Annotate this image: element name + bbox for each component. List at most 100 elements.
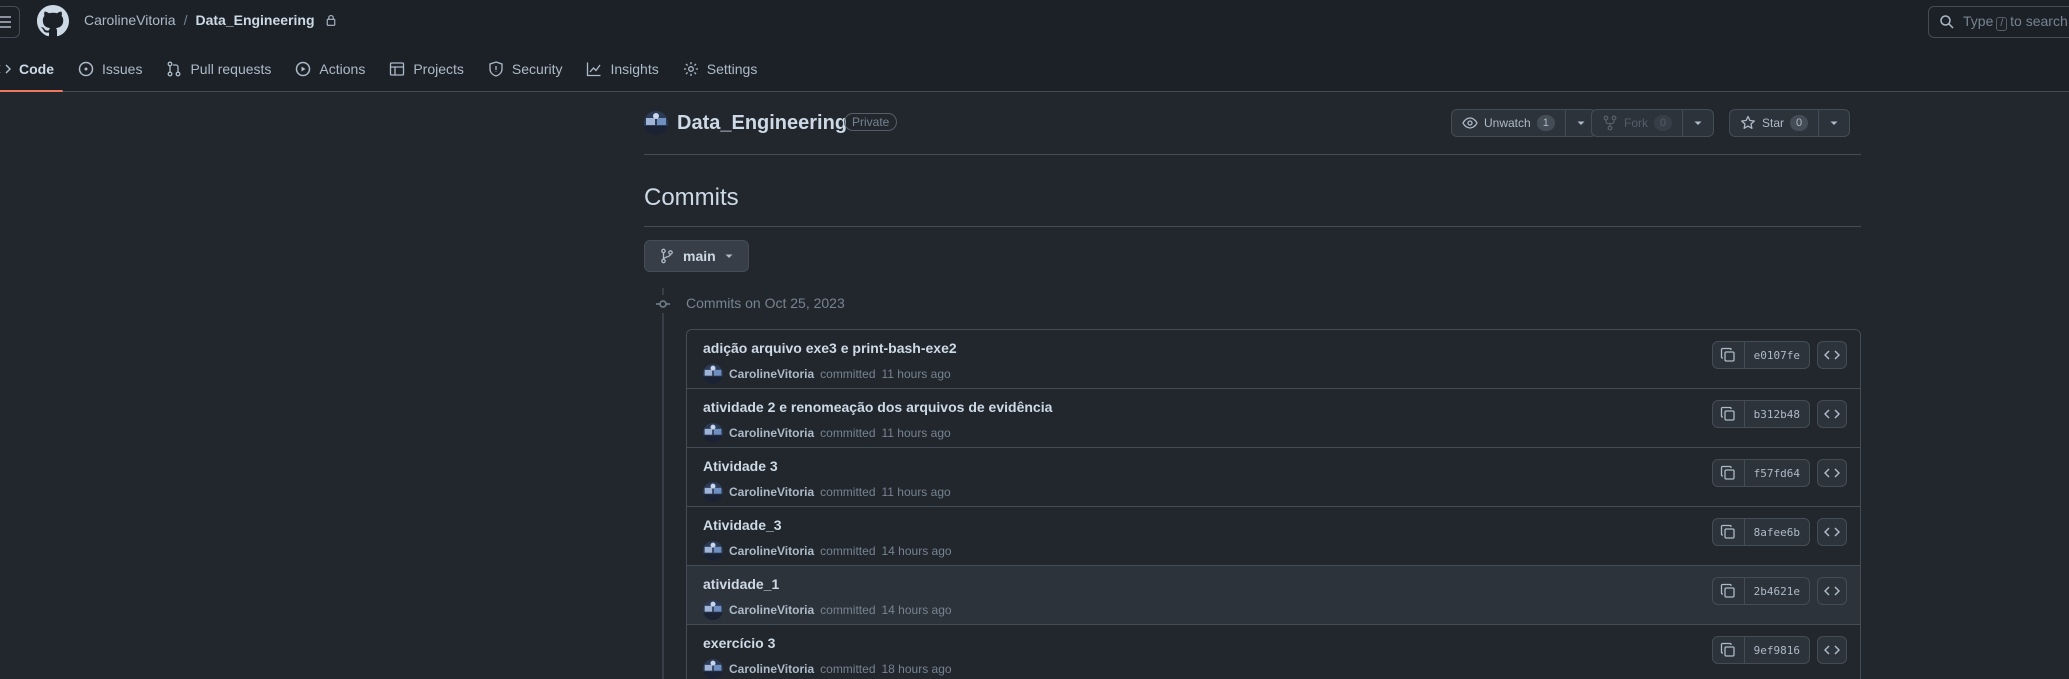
commit-node-icon [654, 295, 672, 313]
commit-meta: CarolineVitoria committed 11 hours ago [703, 364, 951, 384]
search-icon [1940, 15, 1954, 29]
browse-repo-button[interactable] [1817, 400, 1847, 428]
page-title: Commits [644, 184, 1861, 227]
author-avatar[interactable] [703, 600, 723, 620]
commit-row: exercício 3 CarolineVitoria committed 18… [687, 625, 1860, 679]
commit-message[interactable]: atividade_1 [703, 576, 779, 592]
browse-repo-button[interactable] [1817, 341, 1847, 369]
search-placeholder: Type / to search [1963, 13, 2068, 31]
github-logo-icon[interactable] [37, 5, 69, 37]
search-shortcut-key: / [1996, 17, 2008, 31]
code-icon [1824, 468, 1840, 478]
browse-repo-button[interactable] [1817, 459, 1847, 487]
sha-button-group: e0107fe [1711, 341, 1810, 369]
commit-message[interactable]: atividade 2 e renomeação dos arquivos de… [703, 399, 1052, 415]
copy-sha-button[interactable] [1713, 460, 1745, 486]
commit-time: 11 hours ago [881, 485, 951, 499]
commit-message[interactable]: Atividade_3 [703, 517, 782, 533]
commit-author[interactable]: CarolineVitoria [729, 544, 814, 558]
issue-icon [78, 61, 94, 77]
copy-sha-button[interactable] [1713, 342, 1745, 368]
commit-author[interactable]: CarolineVitoria [729, 426, 814, 440]
commit-group-date: Commits on Oct 25, 2023 [686, 295, 845, 311]
caret-down-icon [1830, 121, 1838, 125]
search-input[interactable]: Type / to search [1928, 6, 2069, 38]
caret-down-icon [1577, 121, 1585, 125]
timeline-line [662, 288, 664, 679]
commit-message[interactable]: Atividade 3 [703, 458, 778, 474]
commit-meta: CarolineVitoria committed 11 hours ago [703, 423, 951, 443]
commit-author[interactable]: CarolineVitoria [729, 367, 814, 381]
branch-name: main [683, 248, 716, 264]
tab-pull-requests[interactable]: Pull requests [157, 54, 280, 84]
fork-dropdown[interactable] [1683, 110, 1713, 136]
commit-sha[interactable]: e0107fe [1745, 342, 1809, 368]
browse-repo-button[interactable] [1817, 518, 1847, 546]
commit-row: Atividade_3 CarolineVitoria committed 14… [687, 507, 1860, 566]
author-avatar[interactable] [703, 659, 723, 679]
commit-action: committed [820, 485, 876, 499]
app-header: CarolineVitoria / Data_Engineering Type /… [0, 0, 2069, 92]
copy-sha-button[interactable] [1713, 578, 1745, 604]
fork-button[interactable]: Fork 0 [1592, 110, 1684, 136]
copy-sha-button[interactable] [1713, 637, 1745, 663]
branch-selector[interactable]: main [644, 240, 749, 272]
tab-projects[interactable]: Projects [380, 54, 473, 84]
author-avatar[interactable] [703, 541, 723, 561]
commit-message[interactable]: adição arquivo exe3 e print-bash-exe2 [703, 340, 957, 356]
sha-button-group: b312b48 [1711, 400, 1810, 428]
commit-sha[interactable]: f57fd64 [1745, 460, 1809, 486]
commit-meta: CarolineVitoria committed 14 hours ago [703, 600, 952, 620]
tab-label: Code [19, 61, 54, 77]
code-icon [1824, 350, 1840, 360]
unwatch-button[interactable]: Unwatch 1 [1452, 110, 1566, 136]
commit-sha[interactable]: b312b48 [1745, 401, 1809, 427]
caret-down-icon [1694, 121, 1702, 125]
tab-label: Insights [610, 61, 659, 77]
code-icon [0, 64, 11, 74]
breadcrumb-separator: / [183, 12, 188, 28]
star-label: Star [1762, 116, 1785, 130]
author-avatar[interactable] [703, 364, 723, 384]
menu-button[interactable] [0, 6, 20, 38]
commit-action: committed [820, 426, 876, 440]
commit-sha[interactable]: 8afee6b [1745, 519, 1809, 545]
commit-author[interactable]: CarolineVitoria [729, 603, 814, 617]
tab-insights[interactable]: Insights [577, 54, 667, 84]
author-avatar[interactable] [703, 423, 723, 443]
repo-link[interactable]: Data_Engineering [195, 12, 314, 28]
repo-title-bar: Data_Engineering Private Unwatch 1 Fork … [644, 109, 1861, 155]
tab-security[interactable]: Security [479, 54, 572, 84]
breadcrumb: CarolineVitoria / Data_Engineering [84, 12, 337, 28]
owner-link[interactable]: CarolineVitoria [84, 12, 176, 28]
tab-code[interactable]: Code [0, 54, 63, 92]
tab-label: Settings [706, 61, 758, 77]
browse-repo-button[interactable] [1817, 577, 1847, 605]
commit-author[interactable]: CarolineVitoria [729, 662, 814, 676]
author-avatar[interactable] [703, 482, 723, 502]
tab-actions[interactable]: Actions [286, 54, 374, 84]
star-button[interactable]: Star 0 [1730, 110, 1820, 136]
commit-author[interactable]: CarolineVitoria [729, 485, 814, 499]
sha-button-group: f57fd64 [1711, 459, 1810, 487]
code-icon [1824, 409, 1840, 419]
commit-sha[interactable]: 9ef9816 [1745, 637, 1809, 663]
unwatch-button-group: Unwatch 1 [1451, 109, 1597, 137]
code-icon [1824, 586, 1840, 596]
copy-sha-button[interactable] [1713, 519, 1745, 545]
commit-meta: CarolineVitoria committed 14 hours ago [703, 541, 952, 561]
commit-sha[interactable]: 2b4621e [1745, 578, 1809, 604]
repo-owner-avatar[interactable] [644, 111, 668, 135]
repo-title[interactable]: Data_Engineering [677, 112, 847, 135]
commit-message[interactable]: exercício 3 [703, 635, 775, 651]
tab-issues[interactable]: Issues [69, 54, 151, 84]
commit-time: 14 hours ago [881, 544, 952, 558]
copy-sha-button[interactable] [1713, 401, 1745, 427]
star-dropdown[interactable] [1819, 110, 1849, 136]
browse-repo-button[interactable] [1817, 636, 1847, 664]
tab-settings[interactable]: Settings [674, 54, 767, 84]
copy-icon [1720, 465, 1735, 480]
tab-label: Security [511, 61, 563, 77]
commit-meta: CarolineVitoria committed 18 hours ago [703, 659, 952, 679]
code-icon [1824, 645, 1840, 655]
